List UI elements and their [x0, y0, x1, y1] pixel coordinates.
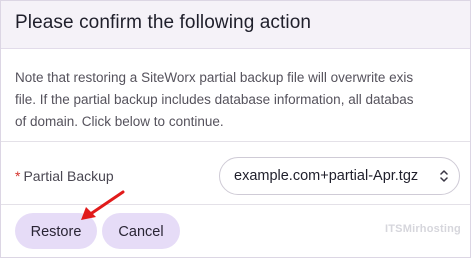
partial-backup-select[interactable]: example.com+partial-Apr.tgz — [219, 157, 460, 195]
updown-chevron-icon — [440, 170, 448, 182]
watermark-logo: ITSMirhosting — [385, 223, 461, 235]
notice-line-2: file. If the partial backup includes dat… — [15, 92, 414, 107]
partial-backup-label: * Partial Backup — [15, 168, 114, 184]
notice-line-3: of domain. Click below to continue. — [15, 114, 224, 129]
notice-text: Note that restoring a SiteWorx partial b… — [15, 67, 470, 133]
partial-backup-selected-value: example.com+partial-Apr.tgz — [234, 168, 419, 184]
dialog-header: Please confirm the following action — [1, 1, 470, 49]
notice-line-1: Note that restoring a SiteWorx partial b… — [15, 70, 414, 85]
dialog-title: Please confirm the following action — [15, 12, 312, 33]
confirm-dialog: Please confirm the following action Note… — [0, 0, 471, 258]
partial-backup-label-text: Partial Backup — [23, 168, 114, 184]
required-marker: * — [15, 168, 21, 184]
red-arrow-icon — [81, 190, 125, 220]
section-divider — [1, 141, 470, 142]
